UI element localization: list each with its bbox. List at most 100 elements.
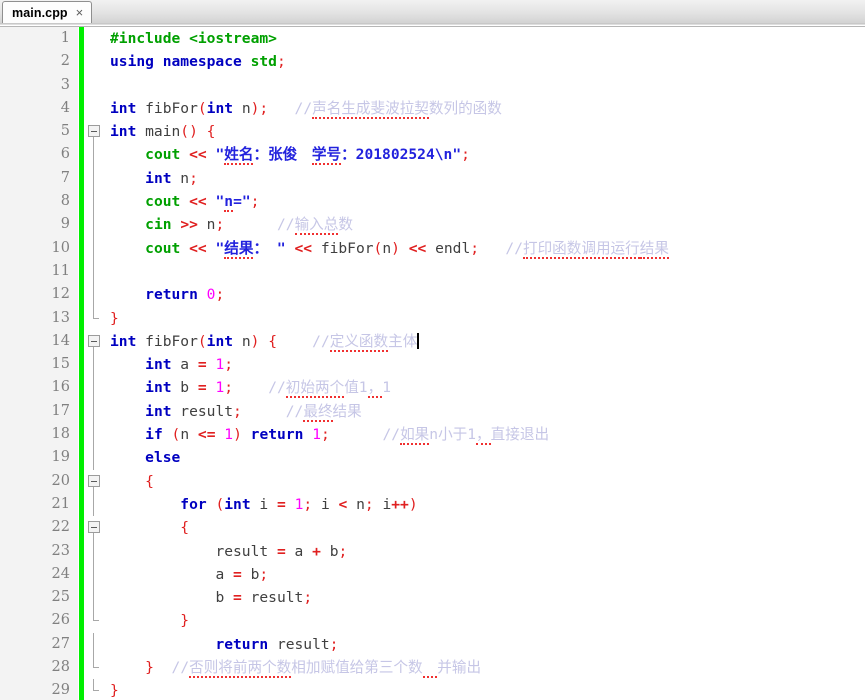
code-line[interactable]: 5 int main() { xyxy=(0,120,865,144)
code-text[interactable]: } //否则将前两个数相加赋值给第三个数 并输出 xyxy=(110,656,481,679)
editor-canvas[interactable]: 1 #include <iostream> 2 using namespace std… xyxy=(0,26,865,700)
code-line[interactable]: 14 int fibFor(int n) { //定义函数主体 xyxy=(0,329,865,354)
code-line[interactable]: 2 using namespace std; xyxy=(0,50,865,74)
fold-column[interactable] xyxy=(88,679,106,700)
code-line[interactable]: 20 { xyxy=(0,469,865,493)
code-line[interactable]: 3 xyxy=(0,73,865,97)
line-number: 7 xyxy=(60,169,70,186)
code-text[interactable]: else xyxy=(110,446,180,469)
line-number: 1 xyxy=(60,30,70,46)
code-text[interactable]: if (n <= 1) return 1; //如果n小于1，直接退出 xyxy=(110,423,549,446)
fold-column[interactable] xyxy=(88,562,106,587)
code-text[interactable]: return 0; xyxy=(110,283,224,306)
code-line[interactable]: 29} xyxy=(0,679,865,700)
code-line[interactable]: 4 int fibFor(int n); //声名生成斐波拉契数列的函数 xyxy=(0,96,865,121)
code-text[interactable]: a = b; xyxy=(110,563,268,586)
fold-column[interactable] xyxy=(88,50,106,73)
code-line[interactable]: 1 #include <iostream> xyxy=(0,27,865,51)
code-text[interactable]: cout << "姓名：张俊 学号：201802524\n"; xyxy=(110,143,470,166)
line-number: 15 xyxy=(51,356,70,373)
code-text[interactable]: } xyxy=(110,307,119,330)
code-text[interactable]: cout << "n="; xyxy=(110,190,259,213)
fold-column[interactable] xyxy=(88,399,106,424)
code-text[interactable]: using namespace std; xyxy=(110,50,286,73)
fold-column[interactable] xyxy=(88,97,106,120)
fold-column[interactable] xyxy=(88,586,106,610)
code-line[interactable]: 26 } xyxy=(0,609,865,633)
code-text[interactable]: } xyxy=(110,679,119,700)
fold-column[interactable] xyxy=(88,656,106,679)
code-text[interactable]: return result; xyxy=(110,633,338,656)
code-line[interactable]: 9 cin >> n; //输入总数 xyxy=(0,213,865,237)
code-text[interactable]: { xyxy=(110,470,154,493)
fold-column[interactable] xyxy=(88,353,106,377)
change-marker-bar xyxy=(79,213,84,237)
code-text[interactable]: int result; //最终结果 xyxy=(110,400,362,423)
fold-column[interactable] xyxy=(88,27,106,50)
fold-connector xyxy=(93,213,94,237)
fold-column[interactable] xyxy=(88,306,106,330)
code-line[interactable]: 11 xyxy=(0,259,865,284)
fold-column[interactable] xyxy=(88,446,106,470)
code-text[interactable]: cin >> n; //输入总数 xyxy=(110,213,353,236)
fold-column[interactable] xyxy=(88,74,106,97)
fold-column[interactable] xyxy=(88,213,106,237)
fold-collapse-icon[interactable] xyxy=(88,474,100,487)
code-line[interactable]: 22 { xyxy=(0,516,865,540)
code-text[interactable]: int fibFor(int n); //声名生成斐波拉契数列的函数 xyxy=(110,97,502,120)
fold-column[interactable] xyxy=(88,492,106,517)
fold-column[interactable] xyxy=(88,376,106,400)
fold-column[interactable] xyxy=(88,190,106,214)
fold-column[interactable] xyxy=(88,423,106,447)
code-line[interactable]: 12 return 0; xyxy=(0,283,865,307)
code-line[interactable]: 10 cout << "结果： " << fibFor(n) << endl; … xyxy=(0,236,865,260)
fold-connector xyxy=(93,376,94,400)
fold-collapse-icon[interactable] xyxy=(88,335,100,348)
code-line[interactable]: 25 b = result; xyxy=(0,586,865,610)
code-text[interactable]: { xyxy=(110,516,189,539)
code-line[interactable]: 17 int result; //最终结果 xyxy=(0,399,865,424)
fold-column[interactable] xyxy=(88,470,106,493)
fold-collapse-icon[interactable] xyxy=(88,521,100,534)
fold-column[interactable] xyxy=(88,283,106,307)
code-line[interactable]: 16 int b = 1; //初始两个值1，1 xyxy=(0,376,865,400)
code-text[interactable]: b = result; xyxy=(110,586,312,609)
code-text[interactable]: int b = 1; //初始两个值1，1 xyxy=(110,376,391,399)
code-text[interactable]: } xyxy=(110,609,189,632)
code-text[interactable]: for (int i = 1; i < n; i++) xyxy=(110,493,417,516)
code-text[interactable]: int n; xyxy=(110,167,198,190)
code-line[interactable]: 23 result = a + b; xyxy=(0,539,865,563)
fold-end-marker xyxy=(93,306,99,319)
code-line[interactable]: 19 else xyxy=(0,446,865,470)
code-text[interactable]: result = a + b; xyxy=(110,540,347,563)
code-line[interactable]: 8 cout << "n="; xyxy=(0,190,865,214)
code-line[interactable]: 6 cout << "姓名：张俊 学号：201802524\n"; xyxy=(0,143,865,167)
fold-column[interactable] xyxy=(88,539,106,563)
fold-column[interactable] xyxy=(88,120,106,144)
fold-collapse-icon[interactable] xyxy=(88,125,100,138)
code-line[interactable]: 15 int a = 1; xyxy=(0,353,865,377)
code-line[interactable]: 13} xyxy=(0,306,865,330)
code-text[interactable]: cout << "结果： " << fibFor(n) << endl; //打… xyxy=(110,237,669,260)
fold-column[interactable] xyxy=(88,330,106,354)
fold-column[interactable] xyxy=(88,632,106,657)
code-text[interactable]: #include <iostream> xyxy=(110,27,277,50)
fold-column[interactable] xyxy=(88,143,106,167)
close-icon[interactable]: × xyxy=(75,6,85,21)
fold-column[interactable] xyxy=(88,259,106,284)
fold-column[interactable] xyxy=(88,166,106,191)
fold-column[interactable] xyxy=(88,609,106,632)
code-line[interactable]: 28 } //否则将前两个数相加赋值给第三个数 并输出 xyxy=(0,656,865,680)
code-line[interactable]: 24 a = b; xyxy=(0,562,865,587)
line-number: 11 xyxy=(51,262,70,279)
code-text[interactable]: int main() { xyxy=(110,120,215,143)
fold-column[interactable] xyxy=(88,236,106,260)
code-text[interactable]: int fibFor(int n) { //定义函数主体 xyxy=(110,330,419,353)
code-line[interactable]: 27 return result; xyxy=(0,632,865,657)
code-line[interactable]: 18 if (n <= 1) return 1; //如果n小于1，直接退出 xyxy=(0,423,865,447)
fold-column[interactable] xyxy=(88,516,106,540)
tab-main-cpp[interactable]: main.cpp × xyxy=(2,1,93,24)
code-text[interactable]: int a = 1; xyxy=(110,353,233,376)
code-line[interactable]: 21 for (int i = 1; i < n; i++) xyxy=(0,492,865,517)
code-line[interactable]: 7 int n; xyxy=(0,166,865,191)
